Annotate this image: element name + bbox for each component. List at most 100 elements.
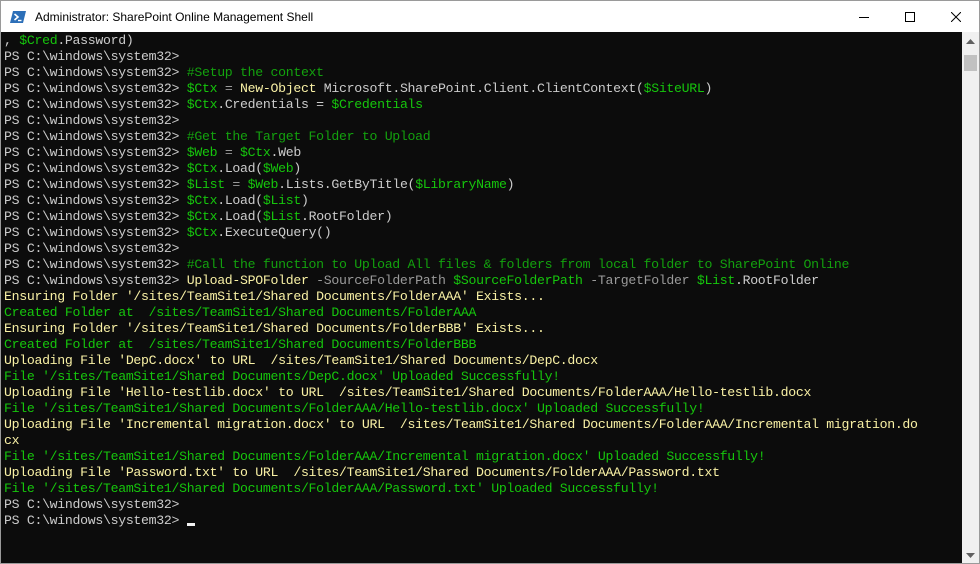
console-segment: $List (262, 193, 301, 208)
console-segment: New-Object (240, 81, 317, 96)
prompt-text: PS C:\windows\system32> (4, 193, 187, 208)
console-line: File '/sites/TeamSite1/Shared Documents/… (4, 401, 705, 417)
console-segment: .Load( (217, 209, 263, 224)
console-segment: $List (696, 273, 735, 288)
console-line: PS C:\windows\system32> $Web = $Ctx.Web (4, 145, 301, 161)
console-segment: Ensuring Folder '/sites/TeamSite1/Shared… (4, 321, 545, 336)
console-segment: $LibraryName (415, 177, 507, 192)
prompt-text: PS C:\windows\system32> (4, 209, 187, 224)
console-output[interactable]: , $Cred.Password) PS C:\windows\system32>… (1, 32, 962, 563)
console-segment: Uploading File 'Password.txt' to URL /si… (4, 465, 720, 480)
console-line: File '/sites/TeamSite1/Shared Documents/… (4, 481, 659, 497)
console-segment: ) (300, 193, 309, 208)
console-line: PS C:\windows\system32> (4, 497, 187, 513)
console-segment: ) (704, 81, 713, 96)
maximize-button[interactable] (887, 1, 933, 32)
title-bar[interactable]: Administrator: SharePoint Online Managem… (1, 1, 979, 32)
console-line: PS C:\windows\system32> $Ctx.Load($Web) (4, 161, 301, 177)
console-segment: #Call the function to Upload All files &… (186, 257, 850, 272)
prompt-text: PS C:\windows\system32> (4, 97, 187, 112)
console-segment: ) (506, 177, 515, 192)
console-segment: -TargetFolder (582, 273, 697, 288)
console-line: PS C:\windows\system32> $Ctx.ExecuteQuer… (4, 225, 332, 241)
console-line: Uploading File 'Password.txt' to URL /si… (4, 465, 720, 481)
powershell-window: Administrator: SharePoint Online Managem… (0, 0, 980, 564)
console-segment: .RootFolder (734, 273, 819, 288)
prompt-text: PS C:\windows\system32> (4, 81, 187, 96)
prompt-text: PS C:\windows\system32> (4, 129, 187, 144)
console-segment: File '/sites/TeamSite1/Shared Documents/… (4, 401, 705, 416)
powershell-icon (10, 9, 26, 25)
console-line: PS C:\windows\system32> $Ctx.Load($List.… (4, 209, 393, 225)
console-line: PS C:\windows\system32> $List = $Web.Lis… (4, 177, 514, 193)
console-segment: Ensuring Folder '/sites/TeamSite1/Shared… (4, 289, 545, 304)
console-segment: $Ctx (240, 145, 271, 160)
scroll-up-button[interactable] (962, 32, 979, 49)
console-segment: , (4, 33, 20, 48)
console-segment: Uploading File 'Hello-testlib.docx' to U… (4, 385, 812, 400)
console-line: Ensuring Folder '/sites/TeamSite1/Shared… (4, 321, 545, 337)
console-segment: Created Folder at /sites/TeamSite1/Share… (4, 337, 477, 352)
console-line: File '/sites/TeamSite1/Shared Documents/… (4, 449, 766, 465)
console-line: PS C:\windows\system32> $Ctx.Credentials… (4, 97, 423, 113)
console-line: Uploading File 'Hello-testlib.docx' to U… (4, 385, 811, 401)
console-segment: Uploading File 'Incremental migration.do… (4, 417, 918, 432)
prompt-text: PS C:\windows\system32> (4, 257, 187, 272)
console-segment: $Web (186, 145, 218, 160)
maximize-icon (905, 11, 915, 22)
console-segment: $SourceFolderPath (453, 273, 583, 288)
console-segment: .Web (270, 145, 302, 160)
console-segment: $Web (247, 177, 279, 192)
minimize-icon (859, 12, 869, 22)
prompt-text: PS C:\windows\system32> (4, 49, 187, 64)
console-line: PS C:\windows\system32> (4, 113, 187, 129)
console-segment: = (224, 177, 248, 192)
console-line: PS C:\windows\system32> (4, 513, 195, 529)
scrollbar-thumb[interactable] (964, 55, 977, 71)
console-line: , $Cred.Password) (4, 33, 134, 49)
console-segment: Upload-SPOFolder (186, 273, 309, 288)
console-segment: $Ctx (186, 97, 218, 112)
console-segment: #Get the Target Folder to Upload (186, 129, 431, 144)
console-segment: .Load( (217, 161, 263, 176)
console-segment: ) (293, 161, 301, 176)
prompt-text: PS C:\windows\system32> (4, 65, 187, 80)
console-segment: .Password) (57, 33, 134, 48)
prompt-text: PS C:\windows\system32> (4, 497, 187, 512)
scroll-down-button[interactable] (962, 546, 979, 563)
vertical-scrollbar[interactable] (962, 32, 979, 563)
console-line: PS C:\windows\system32> #Call the functi… (4, 257, 849, 273)
window-controls (841, 1, 979, 32)
prompt-text: PS C:\windows\system32> (4, 273, 187, 288)
console-line: Created Folder at /sites/TeamSite1/Share… (4, 337, 476, 353)
prompt-text: PS C:\windows\system32> (4, 241, 187, 256)
console-line: File '/sites/TeamSite1/Shared Documents/… (4, 369, 560, 385)
console-segment: -SourceFolderPath (308, 273, 454, 288)
prompt-text: PS C:\windows\system32> (4, 113, 187, 128)
console-line: cx (4, 433, 20, 449)
console-segment: $Ctx (186, 225, 218, 240)
console-segment: $Web (262, 161, 294, 176)
console-segment: Uploading File 'DepC.docx' to URL /sites… (4, 353, 598, 368)
scroll-down-arrow-icon (966, 546, 975, 564)
console-line: Uploading File 'Incremental migration.do… (4, 417, 918, 433)
console-segment: #Setup the context (186, 65, 324, 80)
console-segment: .RootFolder) (300, 209, 393, 224)
prompt-text: PS C:\windows\system32> (4, 225, 187, 240)
console-segment: $Credentials (331, 97, 423, 112)
console-segment: File '/sites/TeamSite1/Shared Documents/… (4, 449, 766, 464)
prompt-text: PS C:\windows\system32> (4, 177, 187, 192)
console-segment: .Load( (217, 193, 263, 208)
console-segment: $SiteURL (643, 81, 705, 96)
console-segment: = (217, 145, 241, 160)
console-segment: $Ctx (186, 161, 218, 176)
console-line: Uploading File 'DepC.docx' to URL /sites… (4, 353, 598, 369)
console-line: PS C:\windows\system32> Upload-SPOFolder… (4, 273, 819, 289)
console-segment: $Ctx (186, 193, 218, 208)
console-segment: .ExecuteQuery() (217, 225, 332, 240)
minimize-button[interactable] (841, 1, 887, 32)
console-segment: .Credentials = (217, 97, 332, 112)
console-line: PS C:\windows\system32> (4, 241, 187, 257)
close-button[interactable] (933, 1, 979, 32)
console-line: PS C:\windows\system32> $Ctx = New-Objec… (4, 81, 712, 97)
